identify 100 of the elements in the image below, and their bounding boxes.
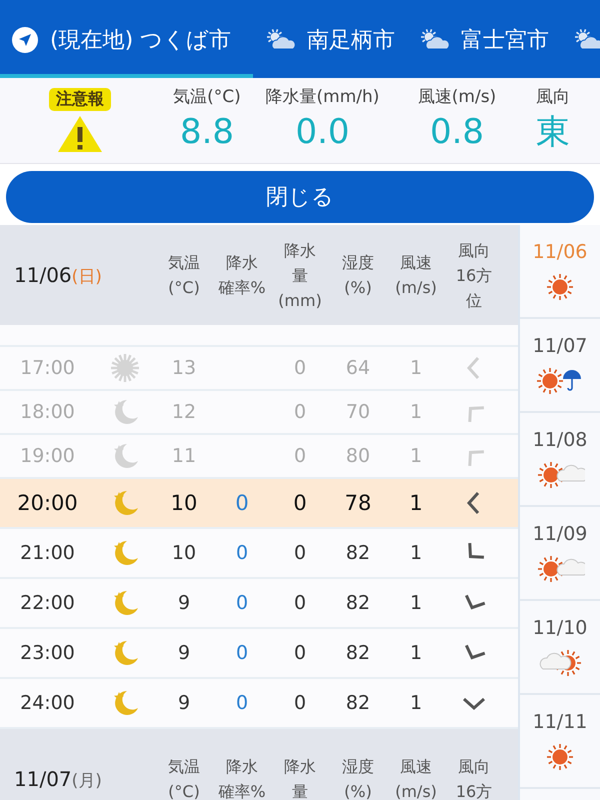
humidity-cell-text: 78 xyxy=(344,491,372,515)
precipitation-cell-text: 0 xyxy=(292,692,308,714)
precipitation-chance-cell-text: 0 xyxy=(234,491,250,515)
reading-label: 風速(m/s) xyxy=(418,86,496,108)
sun-cloud-icon xyxy=(535,461,585,489)
column-header: 確率% xyxy=(217,277,267,299)
time-cell-text: 21:00 xyxy=(19,542,76,564)
column-header: 位 xyxy=(465,290,483,312)
column-header: 降水 xyxy=(225,756,259,778)
hour-row[interactable]: 24:00 9 0 0 82 1 xyxy=(0,679,518,729)
column-header: 16方 xyxy=(454,264,494,286)
day-item[interactable]: 11/08 xyxy=(520,413,600,507)
column-header: 確率% xyxy=(217,781,267,800)
precipitation-cell-text: 0 xyxy=(292,642,308,664)
column-header: 気温 xyxy=(167,252,201,274)
reading-label: 気温(°C) xyxy=(173,86,241,108)
temperature-cell-text: 12 xyxy=(170,401,198,423)
column-header: 気温 xyxy=(167,756,201,778)
time-cell-text: 23:00 xyxy=(19,642,76,664)
precipitation-chance-cell-text: 0 xyxy=(234,642,250,664)
humidity-cell-text: 80 xyxy=(344,445,372,467)
precipitation-cell-text: 0 xyxy=(292,592,308,614)
humidity-cell-text: 70 xyxy=(344,401,372,423)
day-item[interactable]: 11/10 xyxy=(520,601,600,695)
column-header: 量 xyxy=(291,264,309,286)
column-header: 風向 xyxy=(457,240,491,262)
weekday-label: (日) xyxy=(72,266,102,286)
wind-speed-cell-text: 1 xyxy=(408,592,424,614)
date-label: 11/06 xyxy=(14,262,72,286)
reading-label: 降水量(mm/h) xyxy=(266,86,380,108)
wind-speed-cell-text: 1 xyxy=(408,642,424,664)
precipitation-chance-cell-text: 0 xyxy=(234,592,250,614)
warning-icon xyxy=(57,114,103,154)
temperature-cell-text: 9 xyxy=(176,692,192,714)
column-header: 16方 xyxy=(454,781,494,800)
column-header: (m/s) xyxy=(394,277,438,299)
location-tab[interactable]: 南足柄市 xyxy=(253,25,408,78)
time-cell-text: 18:00 xyxy=(19,401,76,423)
precipitation-cell-text: 0 xyxy=(292,491,308,515)
sun-icon xyxy=(110,353,140,383)
wind-speed-cell-text: 1 xyxy=(408,692,424,714)
weekday-label: (月) xyxy=(72,770,102,790)
wind-speed-cell-text: 1 xyxy=(408,401,424,423)
hour-row[interactable]: 23:00 9 0 0 82 1 xyxy=(0,629,518,679)
precipitation-cell-text: 0 xyxy=(292,445,308,467)
temperature-cell-text: 11 xyxy=(170,445,198,467)
column-header: 湿度 xyxy=(341,252,375,274)
time-cell-text: 22:00 xyxy=(19,592,76,614)
location-tab[interactable]: 富士宮市 xyxy=(407,25,562,78)
time-cell-text: 20:00 xyxy=(16,491,79,515)
column-header: 風向 xyxy=(457,756,491,778)
time-cell-text: 19:00 xyxy=(19,445,76,467)
wind-speed-cell-text: 1 xyxy=(408,491,424,515)
reading-value: 東 xyxy=(536,111,570,154)
reading-value: 8.8 xyxy=(180,111,234,154)
reading-label: 風向 xyxy=(536,86,570,108)
column-header: (%) xyxy=(343,781,373,800)
column-header: 湿度 xyxy=(341,756,375,778)
column-header: 量 xyxy=(291,781,309,800)
reading-value: 0.0 xyxy=(295,111,350,154)
day-item[interactable]: 11/07 xyxy=(520,319,600,413)
humidity-cell-text: 82 xyxy=(344,692,372,714)
wind-speed-cell-text: 1 xyxy=(408,542,424,564)
temperature-cell-text: 9 xyxy=(176,592,192,614)
precipitation-cell-text: 0 xyxy=(292,401,308,423)
column-header: 降水 xyxy=(283,240,317,262)
hour-row[interactable]: 21:00 10 0 0 82 1 xyxy=(0,529,518,579)
wind-speed-cell-text: 1 xyxy=(408,445,424,467)
column-header: (°C) xyxy=(167,277,201,299)
humidity-cell-text: 82 xyxy=(344,542,372,564)
precipitation-cell-text: 0 xyxy=(292,357,308,379)
precipitation-cell-text: 0 xyxy=(292,542,308,564)
date-label: 11/07 xyxy=(14,766,72,790)
humidity-cell-text: 82 xyxy=(344,592,372,614)
reading-value: 0.8 xyxy=(430,111,484,154)
hour-row[interactable]: 22:00 9 0 0 82 1 xyxy=(0,579,518,629)
column-header: (m/s) xyxy=(394,781,438,800)
warning-badge: 注意報 xyxy=(49,88,111,110)
column-header: 風速 xyxy=(399,756,433,778)
temperature-cell-text: 9 xyxy=(176,642,192,664)
column-header: (%) xyxy=(343,277,373,299)
column-header: 降水 xyxy=(225,252,259,274)
precipitation-chance-cell-text: 0 xyxy=(234,692,250,714)
temperature-cell-text: 10 xyxy=(170,542,198,564)
sun-cloud-icon xyxy=(535,555,585,583)
humidity-cell-text: 82 xyxy=(344,642,372,664)
column-header: (mm) xyxy=(277,290,323,312)
wind-speed-cell-text: 1 xyxy=(408,357,424,379)
time-cell-text: 24:00 xyxy=(19,692,76,714)
hour-row[interactable]: 20:00 10 0 0 78 1 xyxy=(0,479,518,529)
close-button[interactable]: 閉じる xyxy=(6,171,594,223)
day-item[interactable]: 11/09 xyxy=(520,507,600,601)
precipitation-chance-cell-text: 0 xyxy=(234,542,250,564)
time-cell-text: 17:00 xyxy=(19,357,76,379)
column-header: (°C) xyxy=(167,781,201,800)
column-header: 風速 xyxy=(399,252,433,274)
temperature-cell-text: 10 xyxy=(170,491,198,515)
day-item[interactable]: 11/11 xyxy=(520,695,600,789)
temperature-cell-text: 13 xyxy=(170,357,198,379)
column-header: 降水 xyxy=(283,756,317,778)
